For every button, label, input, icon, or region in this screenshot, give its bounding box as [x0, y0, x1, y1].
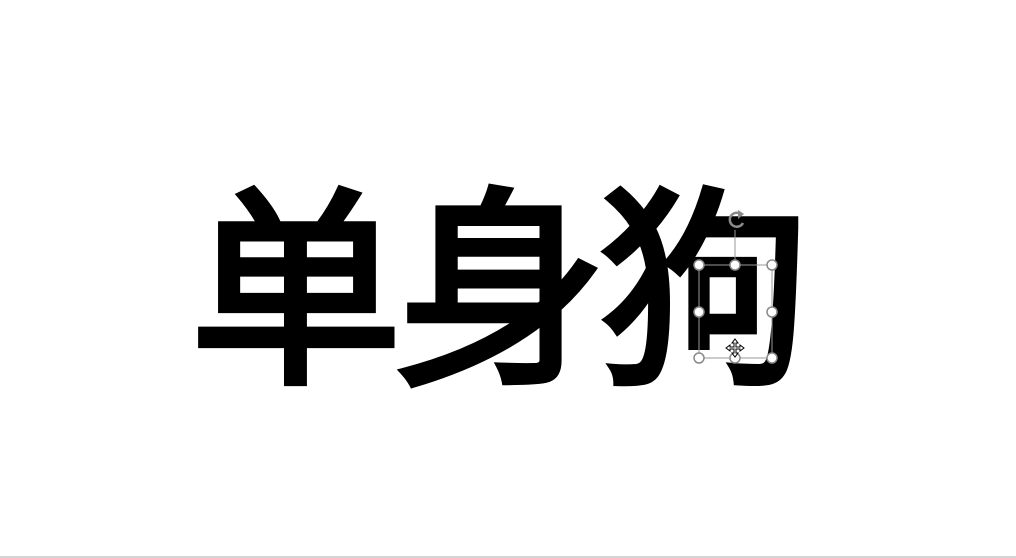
slide-canvas[interactable]: 单身狗: [0, 0, 1016, 556]
text-box-headline[interactable]: 单身狗: [190, 168, 830, 418]
